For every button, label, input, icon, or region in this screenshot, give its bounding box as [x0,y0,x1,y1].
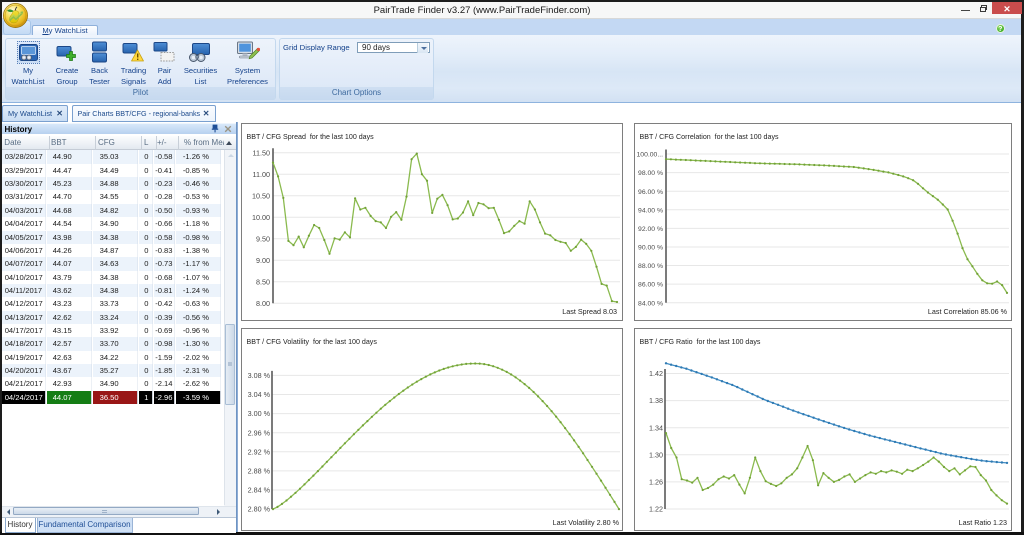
svg-text:BBT / CFG Volatility for the: BBT / CFG Volatility for the last 100 da… [247,338,378,346]
svg-text:2.84 %: 2.84 % [248,486,271,495]
svg-text:98.00 %: 98.00 % [638,170,663,177]
svg-text:11.00: 11.00 [253,170,270,179]
svg-text:92.00 %: 92.00 % [638,226,663,233]
svg-text:9.50: 9.50 [256,234,270,243]
svg-text:88.00 %: 88.00 % [638,263,663,270]
svg-text:3.08 %: 3.08 % [248,371,271,380]
svg-text:1.26: 1.26 [649,478,663,487]
svg-text:Last Spread 8.03: Last Spread 8.03 [562,307,617,316]
svg-text:1.42: 1.42 [649,369,663,378]
svg-text:2.80 %: 2.80 % [248,505,271,514]
svg-text:Last Correlation 85.06 %: Last Correlation 85.06 % [928,307,1008,316]
svg-text:BBT / CFG Ratio for the last: BBT / CFG Ratio for the last 100 days [640,338,761,346]
svg-text:1.38: 1.38 [649,396,663,405]
svg-text:3.04 %: 3.04 % [248,390,271,399]
svg-text:10.50: 10.50 [252,191,270,200]
svg-text:1.30: 1.30 [649,450,663,459]
svg-text:1.22: 1.22 [649,505,663,514]
svg-text:100.00...: 100.00... [637,152,664,159]
svg-text:96.00 %: 96.00 % [638,189,663,196]
svg-text:Last Volatility 2.80 %: Last Volatility 2.80 % [553,518,620,527]
svg-text:1.34: 1.34 [649,423,663,432]
svg-text:11.50: 11.50 [253,148,270,157]
svg-text:Last Ratio 1.23: Last Ratio 1.23 [959,518,1007,527]
svg-text:2.88 %: 2.88 % [248,467,271,476]
svg-text:9.00: 9.00 [256,256,270,265]
svg-text:3.00 %: 3.00 % [248,409,271,418]
svg-text:2.92 %: 2.92 % [248,447,271,456]
svg-text:2.96 %: 2.96 % [248,428,271,437]
svg-text:94.00 %: 94.00 % [638,207,663,214]
svg-text:BBT / CFG Spread for the last: BBT / CFG Spread for the last 100 days [247,133,375,141]
svg-text:90.00 %: 90.00 % [638,245,663,252]
svg-text:86.00 %: 86.00 % [638,282,663,289]
svg-text:BBT / CFG Correlation for the: BBT / CFG Correlation for the last 100 d… [640,133,779,141]
svg-text:8.50: 8.50 [256,277,270,286]
svg-text:8.00: 8.00 [256,299,270,308]
svg-text:84.00 %: 84.00 % [638,300,663,307]
svg-text:10.00: 10.00 [252,213,270,222]
